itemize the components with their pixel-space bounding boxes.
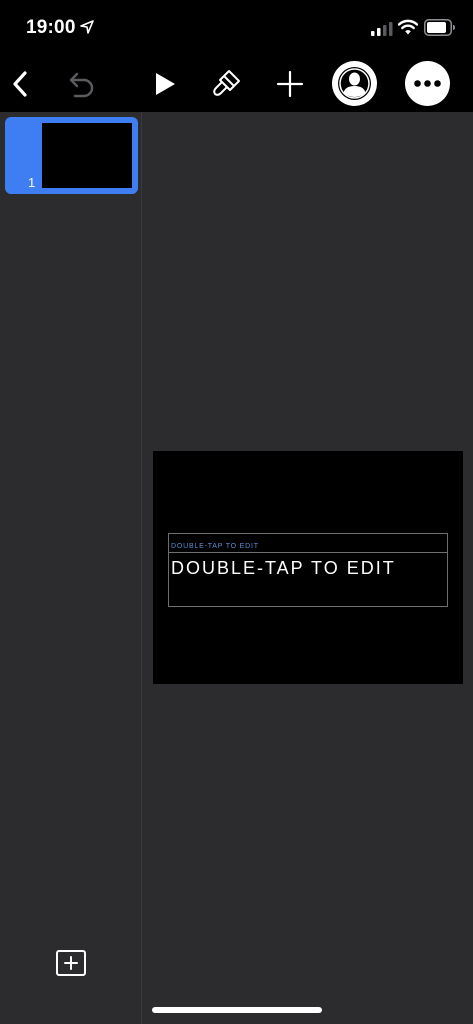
- status-time: 19:00: [26, 17, 76, 38]
- back-chevron-icon: [13, 71, 27, 97]
- location-arrow-icon: [80, 20, 94, 34]
- more-icon: [414, 80, 441, 87]
- plus-square-icon: [64, 956, 78, 970]
- slide[interactable]: DOUBLE-TAP TO EDIT DOUBLE-TAP TO EDIT: [153, 451, 463, 684]
- undo-button[interactable]: [62, 66, 98, 102]
- add-slide-button[interactable]: [56, 950, 86, 976]
- slide-thumbnail-preview: [42, 123, 132, 188]
- format-button[interactable]: [208, 64, 244, 104]
- subtitle-text: DOUBLE-TAP TO EDIT: [171, 543, 259, 550]
- slide-number: 1: [28, 175, 36, 190]
- slide-canvas: DOUBLE-TAP TO EDIT DOUBLE-TAP TO EDIT: [143, 112, 473, 1024]
- undo-icon: [69, 72, 94, 98]
- battery-icon: [424, 19, 455, 36]
- insert-button[interactable]: [272, 64, 308, 104]
- home-indicator[interactable]: [152, 1007, 322, 1013]
- toolbar: [0, 56, 473, 112]
- title-text: DOUBLE-TAP TO EDIT: [171, 558, 396, 578]
- slide-thumbnail[interactable]: 1: [5, 117, 138, 194]
- title-placeholder[interactable]: DOUBLE-TAP TO EDIT DOUBLE-TAP TO EDIT: [168, 533, 448, 607]
- collaborate-icon: [338, 67, 371, 100]
- back-button[interactable]: [6, 64, 34, 104]
- plus-icon: [276, 70, 304, 98]
- more-button[interactable]: [405, 61, 450, 106]
- paintbrush-icon: [213, 70, 240, 96]
- status-bar: 19:00: [0, 0, 473, 56]
- cellular-signal-icon: [371, 22, 393, 36]
- play-icon: [156, 73, 175, 95]
- play-button[interactable]: [150, 66, 180, 102]
- subtitle-divider: [169, 552, 447, 553]
- collaborate-button[interactable]: [332, 61, 377, 106]
- wifi-icon: [398, 19, 418, 35]
- slide-navigator: 1: [0, 112, 142, 1024]
